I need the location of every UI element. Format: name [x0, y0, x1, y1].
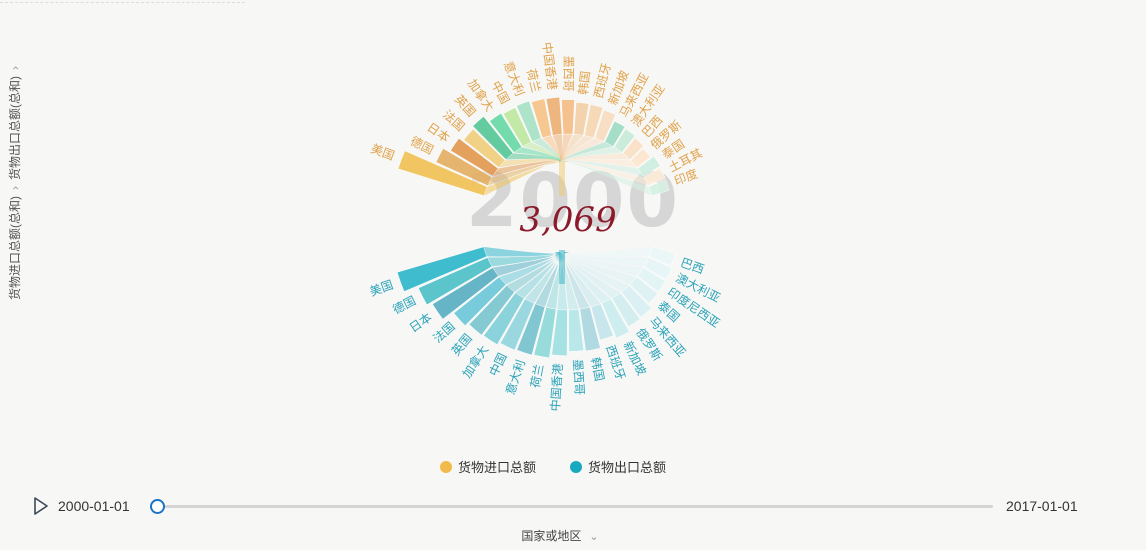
import-series: 美国 德国日本法国英国加拿大中国意大利荷兰中国香港 墨西哥 韩国西班牙新加坡马来西亚澳… — [369, 41, 705, 196]
export-series: 美国德国日本法国英国加拿大中国意大利 荷兰 中国香港 墨西哥 韩国西班牙新加坡俄罗斯马来… — [368, 246, 723, 412]
timeline-start-label: 2000-01-01 — [58, 498, 130, 514]
legend-item-exports[interactable]: 货物出口总额 — [570, 457, 666, 476]
legend-label-exports: 货物出口总额 — [588, 460, 667, 475]
export-stem — [559, 250, 565, 284]
timeline-end-label: 2017-01-01 — [1006, 498, 1078, 514]
label-德国: 德国 — [390, 293, 418, 317]
label-荷兰: 荷兰 — [528, 363, 546, 389]
dimension-select[interactable]: 国家或地区 ⌄ — [0, 527, 1120, 544]
label-韩国: 韩国 — [575, 70, 593, 96]
dimension-select-label: 国家或地区 — [521, 529, 582, 543]
label-中国: 中国 — [486, 350, 510, 378]
play-icon[interactable] — [32, 496, 50, 516]
label-墨西哥: 墨西哥 — [562, 56, 576, 92]
legend-item-imports[interactable]: 货物进口总额 — [440, 457, 536, 476]
label-中国香港: 中国香港 — [547, 363, 565, 412]
label-法国: 法国 — [430, 319, 457, 345]
label-日本: 日本 — [407, 310, 435, 335]
legend: 货物进口总额 货物出口总额 — [440, 457, 666, 476]
timeline-handle[interactable] — [150, 499, 165, 514]
label-墨西哥: 墨西哥 — [570, 359, 586, 396]
label-美国: 美国 — [368, 278, 395, 299]
legend-dot-imports — [440, 460, 452, 473]
chevron-down-icon: ⌄ — [589, 531, 599, 543]
legend-dot-exports — [570, 460, 583, 473]
flow-巴西 — [560, 246, 653, 257]
label-中国香港: 中国香港 — [540, 41, 561, 90]
total-value: 3,069 — [519, 200, 617, 240]
timeline: 2000-01-01 2017-01-01 — [0, 492, 1146, 520]
import-stem — [559, 162, 565, 196]
timeline-track[interactable] — [150, 499, 993, 514]
label-韩国: 韩国 — [588, 356, 607, 382]
label-美国: 美国 — [369, 142, 396, 164]
legend-label-imports: 货物进口总额 — [458, 460, 537, 475]
bar-墨西哥 — [561, 99, 575, 135]
